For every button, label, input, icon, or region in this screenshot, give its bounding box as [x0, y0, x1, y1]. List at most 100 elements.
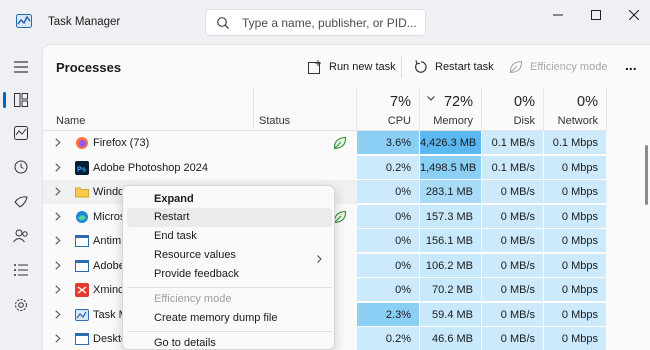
run-new-task-button[interactable]: Run new task	[307, 56, 396, 78]
process-name: Adobe	[93, 259, 125, 272]
disk-cell: 0 MB/s	[482, 229, 543, 253]
restart-icon	[413, 59, 429, 75]
network-label: Network	[557, 115, 598, 127]
window-icon	[75, 234, 89, 248]
cpu-cell: 0.2%	[357, 327, 419, 350]
navigation-rail	[0, 44, 42, 350]
leaf-icon	[508, 59, 524, 75]
disk-percent: 0%	[514, 94, 535, 110]
network-cell: 0 Mbps	[544, 327, 606, 350]
run-task-icon	[307, 59, 323, 75]
window-icon	[75, 259, 89, 273]
disk-cell: 0 MB/s	[482, 204, 543, 229]
chevron-right-icon[interactable]	[55, 285, 61, 297]
chevron-right-icon[interactable]	[55, 138, 61, 150]
title-bar: Task Manager	[0, 0, 650, 44]
network-cell: 0 Mbps	[544, 278, 606, 302]
chevron-right-icon[interactable]	[55, 162, 61, 175]
cpu-percent: 7%	[390, 94, 411, 110]
vertical-scrollbar[interactable]	[645, 145, 648, 205]
network-cell: 0 Mbps	[544, 155, 606, 180]
svg-text:Ps: Ps	[77, 164, 86, 173]
photoshop-icon: Ps	[75, 160, 89, 175]
page-title: Processes	[56, 60, 122, 75]
window-title: Task Manager	[48, 16, 121, 28]
memory-label: Memory	[433, 115, 473, 127]
disk-label: Disk	[513, 115, 535, 127]
chevron-right-icon[interactable]	[55, 211, 61, 224]
memory-cell: 106.2 MB	[420, 253, 481, 278]
cpu-cell: 0%	[357, 278, 419, 302]
process-name: Xminc	[93, 284, 124, 296]
processes-nav-icon[interactable]	[7, 86, 35, 114]
memory-cell: 156.1 MB	[420, 229, 481, 253]
sort-descending-icon	[427, 92, 435, 104]
memory-cell: 70.2 MB	[420, 278, 481, 302]
hamburger-menu-icon[interactable]	[7, 53, 35, 81]
network-percent: 0%	[577, 94, 598, 110]
memory-cell: 59.4 MB	[420, 302, 481, 327]
chevron-right-icon[interactable]	[55, 236, 61, 248]
run-new-task-label: Run new task	[329, 61, 396, 73]
status-column-header[interactable]: Status	[259, 115, 290, 127]
network-cell: 0 Mbps	[544, 253, 606, 278]
process-name: Antim	[93, 235, 122, 247]
cpu-column-header[interactable]: 7% CPU	[357, 88, 419, 130]
name-column-header[interactable]: Name	[56, 115, 85, 127]
disk-cell: 0 MB/s	[482, 180, 543, 204]
xmind-icon	[75, 283, 89, 297]
menu-item-provide-feedback[interactable]: Provide feedback	[127, 265, 332, 284]
details-nav-icon[interactable]	[7, 256, 35, 284]
efficiency-leaf-icon	[333, 136, 347, 153]
table-row[interactable]: Firefox (73) 3.6% 4,426.3 MB 0.1 MB/s 0.1 Mb…	[43, 131, 607, 155]
network-column-header[interactable]: 0% Network	[544, 88, 606, 130]
menu-item-end-task[interactable]: End task	[127, 227, 332, 246]
menu-item-efficiency-mode[interactable]: Efficiency mode	[127, 290, 332, 309]
cpu-cell: 0%	[357, 180, 419, 204]
disk-cell: 0 MB/s	[482, 278, 543, 302]
disk-cell: 0.1 MB/s	[482, 131, 543, 155]
minimize-button[interactable]	[538, 0, 578, 30]
close-button[interactable]	[614, 0, 650, 30]
users-nav-icon[interactable]	[7, 222, 35, 250]
menu-item-expand[interactable]: Expand	[127, 190, 332, 209]
taskmanager-icon	[75, 308, 89, 322]
startup-apps-nav-icon[interactable]	[7, 187, 35, 215]
menu-item-restart[interactable]: Restart	[127, 208, 332, 227]
menu-item-go-to-details[interactable]: Go to details	[127, 334, 332, 350]
cpu-label: CPU	[387, 115, 411, 127]
menu-separator	[127, 331, 332, 332]
network-cell: 0.1 Mbps	[544, 131, 606, 155]
memory-cell: 4,426.3 MB	[420, 131, 481, 155]
folder-icon	[75, 185, 89, 199]
firefox-icon	[75, 136, 89, 150]
menu-item-resource-values[interactable]: Resource values	[127, 246, 332, 265]
performance-nav-icon[interactable]	[7, 119, 35, 147]
efficiency-mode-button[interactable]: Efficiency mode	[508, 56, 607, 78]
process-name: Adobe Photoshop 2024	[93, 161, 208, 174]
resource-values-label: Resource values	[154, 249, 236, 261]
process-name: Micros	[93, 210, 126, 223]
disk-column-header[interactable]: 0% Disk	[482, 88, 543, 130]
search-box[interactable]	[205, 9, 426, 36]
app-history-nav-icon[interactable]	[7, 153, 35, 181]
more-options-button[interactable]: ...	[625, 54, 637, 76]
maximize-button[interactable]	[576, 0, 616, 30]
chevron-right-icon[interactable]	[55, 334, 61, 346]
menu-separator	[127, 287, 332, 288]
restart-task-button[interactable]: Restart task	[413, 56, 494, 78]
chevron-right-icon[interactable]	[55, 260, 61, 273]
efficiency-mode-label: Efficiency mode	[530, 61, 608, 73]
network-cell: 0 Mbps	[544, 180, 606, 204]
memory-cell: 157.3 MB	[420, 204, 481, 229]
menu-item-create-dump[interactable]: Create memory dump file	[127, 309, 332, 328]
column-divider	[606, 88, 607, 130]
chevron-right-icon[interactable]	[55, 187, 61, 199]
more-options-label: ...	[625, 57, 637, 73]
disk-cell: 0 MB/s	[482, 302, 543, 327]
table-row[interactable]: Ps Adobe Photoshop 2024 0.2% 1,498.5 MB 0.1 …	[43, 155, 607, 180]
services-nav-icon[interactable]	[7, 291, 35, 319]
search-icon	[216, 16, 230, 33]
chevron-right-icon[interactable]	[55, 309, 61, 322]
search-input[interactable]	[242, 14, 422, 31]
